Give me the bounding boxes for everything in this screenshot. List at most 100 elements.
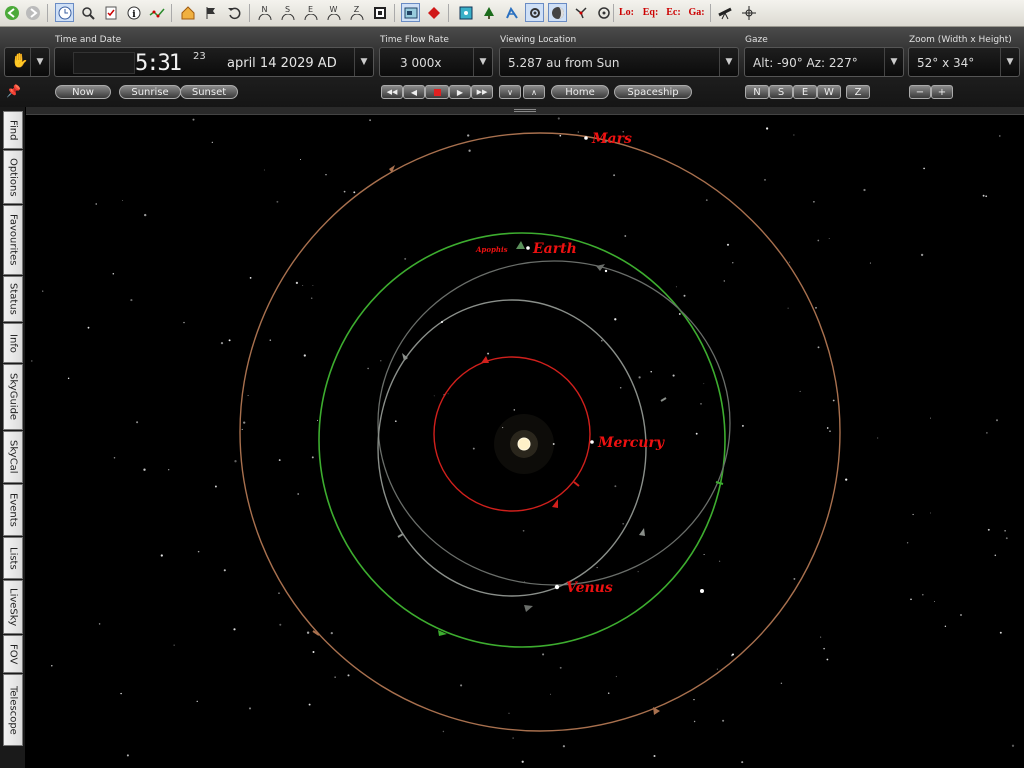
zoom-box[interactable]: 52° x 34° ▼ [908, 47, 1020, 77]
chevron-down-icon[interactable]: ▼ [354, 48, 373, 76]
window-icon[interactable] [370, 3, 389, 22]
orbit-icon[interactable] [594, 3, 613, 22]
chevron-down-icon[interactable]: ▼ [1000, 48, 1019, 76]
step-back-button[interactable]: ◀ [403, 85, 425, 99]
tab-options[interactable]: Options [3, 150, 23, 204]
tab-lists[interactable]: Lists [3, 537, 23, 579]
south-icon[interactable]: S [278, 3, 297, 22]
frame-icon[interactable] [456, 3, 475, 22]
time-date-box[interactable]: 5:31 23 april 14 2029 AD ▼ [54, 47, 374, 77]
stop-button[interactable] [425, 85, 449, 99]
tab-favourites[interactable]: Favourites [3, 205, 23, 275]
gaze-box[interactable]: Alt: -90° Az: 227° ▼ [744, 47, 904, 77]
flow-rate-box[interactable]: 3 000x ▼ [379, 47, 493, 77]
tab-livesky[interactable]: LiveSky [3, 580, 23, 634]
gaze-west-button[interactable]: W [817, 85, 841, 99]
diamond-icon[interactable] [424, 3, 443, 22]
panel-splitter[interactable] [26, 107, 1024, 115]
background-star [817, 239, 820, 242]
date-display[interactable]: april 14 2029 AD [227, 56, 337, 71]
telescope-icon[interactable] [716, 3, 735, 22]
pin-icon[interactable]: 📌 [6, 84, 21, 98]
bright-star[interactable] [604, 269, 608, 273]
mercury-marker[interactable] [590, 440, 594, 444]
east-icon[interactable]: E [301, 3, 320, 22]
venus-marker[interactable] [554, 584, 560, 590]
spaceship-button[interactable]: Spaceship [614, 85, 692, 99]
bright-star[interactable] [700, 589, 704, 593]
chevron-down-icon[interactable]: ▼ [719, 48, 738, 76]
tab-telescope[interactable]: Telescope [3, 674, 23, 746]
chevron-down-icon[interactable]: ▼ [884, 48, 903, 76]
gaze-north-button[interactable]: N [745, 85, 769, 99]
step-back-fast-button[interactable]: ◀◀ [381, 85, 403, 99]
find-icon[interactable] [78, 3, 97, 22]
local-grid-button[interactable]: Lo: [617, 3, 636, 22]
satellite-icon[interactable] [571, 3, 590, 22]
equatorial-grid-button[interactable]: Eq: [641, 3, 660, 22]
chevron-down-icon[interactable]: ▼ [30, 48, 49, 76]
tab-info[interactable]: Info [3, 323, 23, 363]
earth-marker[interactable] [526, 246, 530, 250]
sunset-button[interactable]: Sunset [180, 85, 238, 99]
settings-icon[interactable] [525, 3, 544, 22]
forward-icon[interactable] [23, 3, 42, 22]
venus-label[interactable]: Venus [566, 580, 613, 596]
background-star [815, 306, 817, 309]
tab-fov[interactable]: FOV [3, 635, 23, 673]
step-forward-fast-button[interactable]: ▶▶ [471, 85, 493, 99]
step-forward-button[interactable]: ▶ [449, 85, 471, 99]
home-icon[interactable] [178, 3, 197, 22]
chevron-up-icon[interactable]: ∧ [523, 85, 545, 99]
hand-tool-selector[interactable]: ✋ ▼ [4, 47, 50, 77]
flag-icon[interactable] [201, 3, 220, 22]
constellation-icon[interactable] [502, 3, 521, 22]
stars-icon[interactable] [147, 3, 166, 22]
zenith-icon[interactable]: Z [347, 3, 366, 22]
tab-skycal[interactable]: SkyCal [3, 431, 23, 483]
north-icon[interactable]: N [255, 3, 274, 22]
crosshair-icon[interactable] [739, 3, 758, 22]
background-star [994, 554, 997, 557]
background-star [577, 131, 579, 133]
sun[interactable] [517, 437, 531, 451]
tab-status[interactable]: Status [3, 276, 23, 322]
checklist-icon[interactable] [101, 3, 120, 22]
gaze-zenith-button[interactable]: Z [846, 85, 870, 99]
back-icon[interactable] [2, 3, 21, 22]
mercury-label[interactable]: Mercury [597, 435, 665, 451]
gaze-east-button[interactable]: E [793, 85, 817, 99]
moon-icon[interactable] [548, 3, 567, 22]
clock-seconds[interactable]: 23 [193, 51, 206, 62]
mars-marker[interactable] [584, 136, 588, 140]
background-star [718, 560, 721, 562]
zoom-out-button[interactable]: − [909, 85, 931, 99]
chevron-down-icon[interactable]: ▼ [473, 48, 492, 76]
info-icon[interactable]: i [124, 3, 143, 22]
bright-star[interactable] [441, 321, 443, 323]
sunrise-button[interactable]: Sunrise [119, 85, 181, 99]
ecliptic-grid-button[interactable]: Ec: [664, 3, 683, 22]
tab-events[interactable]: Events [3, 484, 23, 536]
view-icon[interactable] [401, 3, 420, 22]
sky-view[interactable]: Mars Earth Apophis Mercury Venus [26, 115, 1024, 768]
chevron-down-icon[interactable]: ∨ [499, 85, 521, 99]
solar-system-chart[interactable]: Mars Earth Apophis Mercury Venus [26, 115, 1024, 768]
viewing-location-box[interactable]: 5.287 au from Sun ▼ [499, 47, 739, 77]
background-star [168, 469, 170, 471]
tree-icon[interactable] [479, 3, 498, 22]
galactic-grid-button[interactable]: Ga: [687, 3, 706, 22]
tab-skyguide[interactable]: SkyGuide [3, 364, 23, 430]
clock-display[interactable]: 5:31 [135, 51, 182, 76]
tab-find[interactable]: Find [3, 111, 23, 149]
time-icon[interactable] [55, 3, 74, 22]
apophis-label[interactable]: Apophis [475, 245, 508, 254]
now-button[interactable]: Now [55, 85, 111, 99]
west-icon[interactable]: W [324, 3, 343, 22]
undo-icon[interactable] [224, 3, 243, 22]
zoom-in-button[interactable]: + [931, 85, 953, 99]
mars-label[interactable]: Mars [591, 131, 632, 147]
home-button[interactable]: Home [551, 85, 609, 99]
earth-label[interactable]: Earth [532, 241, 577, 257]
gaze-south-button[interactable]: S [769, 85, 793, 99]
